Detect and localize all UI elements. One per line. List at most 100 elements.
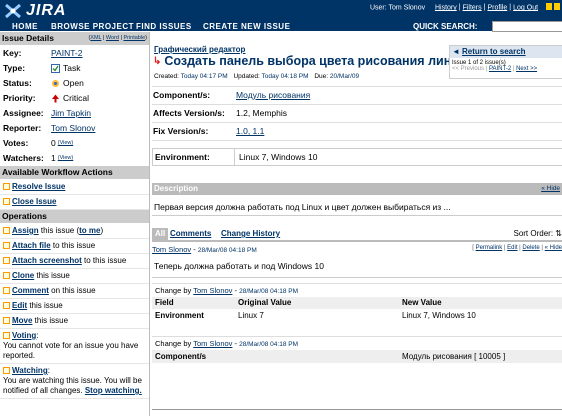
view-watchers-link[interactable]: (View): [58, 151, 74, 166]
comment-author-link[interactable]: Tom Slonov: [152, 245, 191, 254]
jira-logo[interactable]: JIRA: [3, 2, 66, 20]
folder-icon[interactable]: [554, 3, 560, 10]
delete-comment-link[interactable]: Delete: [522, 245, 539, 251]
task-icon: [51, 64, 60, 73]
jira-logo-icon: [5, 3, 21, 19]
assignee-link[interactable]: Jim Tapkin: [51, 106, 91, 121]
app-name: JIRA: [26, 2, 67, 19]
comment-date: 28/Mar/08 04:18 PM: [197, 247, 257, 254]
change-new: Linux 7, Windows 10: [402, 311, 476, 320]
field-label: Type:: [3, 63, 26, 73]
filters-link[interactable]: Filters: [463, 4, 482, 11]
change-history-entry: Change by Tom Slonov - 28/Mar/08 04:18 P…: [152, 283, 562, 322]
next-issue-link[interactable]: Next >>: [516, 66, 537, 72]
current-user: User: Tom Slonov: [369, 4, 426, 12]
nav-create-new-issue[interactable]: CREATE NEW ISSUE: [203, 22, 290, 31]
watching-item: Watching: You are watching this issue. Yo…: [0, 364, 149, 399]
edit-comment-link[interactable]: Edit: [507, 245, 517, 251]
fix-version-link[interactable]: 1.0, 1.1: [236, 123, 264, 140]
component-link[interactable]: Модуль рисования: [236, 87, 310, 104]
attach-file-link[interactable]: Attach file: [12, 241, 51, 250]
workflow-action-item: Resolve Issue: [0, 180, 149, 195]
environment-value: Linux 7, Windows 10: [239, 152, 318, 162]
bullet-icon: [3, 257, 10, 265]
reporter-link[interactable]: Tom Slonov: [51, 121, 95, 136]
tab-all[interactable]: All: [152, 228, 169, 240]
affects-version-value: 1.2, Memphis: [236, 108, 288, 118]
field-watchers: Watchers: 1 (View): [0, 151, 149, 166]
voting-link[interactable]: Voting: [12, 331, 36, 340]
issue-main: Графический редактор ↳ Создать панель вы…: [151, 32, 562, 416]
help-icon[interactable]: [546, 3, 552, 10]
field-votes: Votes: 0 (View): [0, 136, 149, 151]
move-link[interactable]: Move: [12, 316, 32, 325]
main-nav: HOME BROWSE PROJECT FIND ISSUES CREATE N…: [0, 21, 562, 31]
word-link[interactable]: Word: [106, 35, 119, 41]
field-row: Fix Version/s: 1.0, 1.1: [152, 122, 562, 141]
issue-key-link[interactable]: PAINT-2: [51, 46, 83, 61]
stop-watching-link[interactable]: Stop watching.: [85, 386, 142, 395]
change-author-link[interactable]: Tom Slonov: [193, 339, 232, 348]
updated-label: Updated:: [233, 73, 260, 80]
comment-body: Теперь должна работать и под Windows 10: [154, 261, 324, 271]
created-value: Today 04:17 PM: [180, 73, 228, 80]
operation-text: this issue: [27, 301, 63, 310]
return-to-search-link[interactable]: Return to search: [462, 47, 526, 56]
project-breadcrumb[interactable]: Графический редактор: [154, 45, 245, 54]
watching-link[interactable]: Watching: [12, 366, 48, 375]
view-voters-link[interactable]: (View): [58, 136, 74, 151]
field-label: Assignee:: [3, 108, 44, 118]
nav-home[interactable]: HOME: [12, 22, 38, 31]
assign-link[interactable]: Assign: [12, 226, 39, 235]
change-row: Component/s Модуль рисования [ 10005 ]: [152, 350, 562, 363]
nav-browse-project[interactable]: BROWSE PROJECT: [51, 22, 134, 31]
issue-fields: Component/s: Модуль рисования Affects Ve…: [152, 86, 562, 141]
change-field: Component/s: [155, 352, 207, 361]
change-by-line: Change by Tom Slonov - 28/Mar/08 04:18 P…: [152, 336, 562, 350]
due-value: 20/Mar/09: [329, 73, 360, 80]
field-row: Affects Version/s: 1.2, Memphis: [152, 104, 562, 122]
sort-order-icon[interactable]: ⇅: [555, 229, 562, 238]
previous-issue-link: << Previous: [452, 66, 485, 72]
hide-comment-link[interactable]: « Hide: [545, 245, 562, 251]
operation-item: Attach screenshot to this issue: [0, 254, 149, 269]
issue-dates: Created: Today 04:17 PM Updated: Today 0…: [154, 73, 363, 80]
hide-description-link[interactable]: « Hide: [541, 183, 560, 195]
tab-comments[interactable]: Comments: [170, 228, 211, 240]
tab-change-history[interactable]: Change History: [221, 228, 280, 240]
critical-priority-icon: [52, 94, 59, 103]
resolve-issue-link[interactable]: Resolve Issue: [12, 182, 65, 191]
attach-screenshot-link[interactable]: Attach screenshot: [12, 256, 82, 265]
change-date: 28/Mar/08 04:18 PM: [239, 288, 298, 295]
nav-find-issues[interactable]: FIND ISSUES: [136, 22, 192, 31]
profile-link[interactable]: Profile: [487, 4, 507, 11]
close-issue-link[interactable]: Close Issue: [12, 197, 56, 206]
change-author-link[interactable]: Tom Slonov: [193, 286, 232, 295]
column-original-value: Original Value: [238, 298, 292, 307]
assign-to-me-link[interactable]: to me: [79, 226, 100, 235]
status-value: Open: [63, 78, 84, 88]
xml-link[interactable]: XML: [90, 35, 101, 41]
bullet-icon: [3, 317, 10, 325]
field-label: Fix Version/s:: [153, 126, 209, 136]
printable-link[interactable]: Printable: [123, 35, 145, 41]
issue-type-value: Task: [63, 63, 81, 73]
edit-link[interactable]: Edit: [12, 301, 27, 310]
history-link[interactable]: History: [435, 4, 457, 11]
field-label: Key:: [3, 48, 22, 58]
comment-actions: [ Permalink | Edit | Delete | « Hide: [472, 245, 562, 251]
watchers-count: 1: [51, 153, 56, 163]
permalink-link[interactable]: Permalink: [476, 245, 503, 251]
current-issue-key[interactable]: PAINT-2: [489, 66, 511, 72]
change-history-entry: Change by Tom Slonov - 28/Mar/08 04:18 P…: [152, 336, 562, 363]
field-label: Priority:: [3, 93, 36, 103]
operation-item: Comment on this issue: [0, 284, 149, 299]
comment-link[interactable]: Comment: [12, 286, 49, 295]
quick-search-input[interactable]: [492, 21, 562, 32]
logout-link[interactable]: Log Out: [513, 4, 538, 11]
sort-order[interactable]: Sort Order: ⇅: [513, 228, 562, 240]
operation-text: this issue: [34, 271, 70, 280]
clone-link[interactable]: Clone: [12, 271, 34, 280]
bullet-icon: [3, 367, 10, 375]
change-new: Модуль рисования [ 10005 ]: [402, 352, 506, 361]
